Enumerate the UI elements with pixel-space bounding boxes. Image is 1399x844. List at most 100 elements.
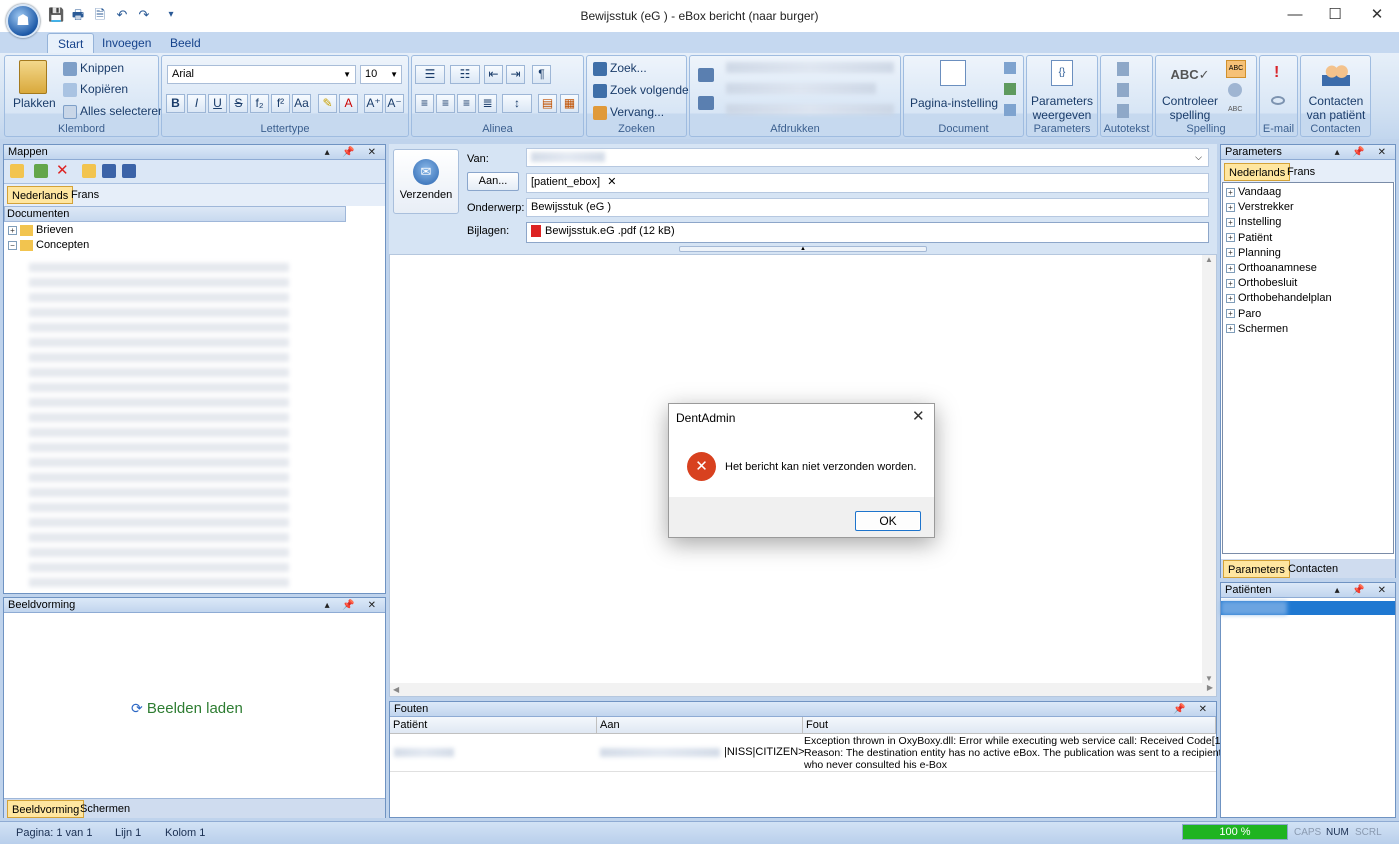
decrease-indent-button[interactable]: ⇤ [484, 65, 503, 84]
panel-controls[interactable]: ▴ 📌 ✕ [325, 145, 381, 160]
cut-button[interactable]: Knippen [63, 61, 124, 76]
attachment-name[interactable]: Bewijsstuk.eG .pdf (12 kB) [545, 225, 675, 237]
italic-button[interactable]: I [187, 94, 206, 113]
scroll-up-icon[interactable]: ▲ [1202, 255, 1216, 264]
document-option-icon[interactable] [1004, 104, 1016, 116]
application-menu-button[interactable]: ☗ [6, 4, 40, 38]
open-folder-icon[interactable] [10, 164, 24, 178]
close-button[interactable]: ✕ [1354, 4, 1399, 28]
scroll-left-icon[interactable]: ◀ [390, 685, 399, 694]
tree-item[interactable]: + Orthobehandelplan [1226, 291, 1393, 306]
column-aan[interactable]: Aan [597, 717, 803, 733]
tab-contacten[interactable]: Contacten [1284, 560, 1342, 578]
underline-button[interactable]: U [208, 94, 227, 113]
align-center-button[interactable]: ≡ [436, 94, 455, 113]
from-select[interactable]: ⌵ [526, 148, 1209, 167]
maximize-button[interactable]: ☐ [1312, 4, 1358, 28]
attachments-field[interactable]: Bewijsstuk.eG .pdf (12 kB) [526, 222, 1209, 243]
document-option-icon[interactable] [1004, 62, 1016, 74]
spelling-options-icon[interactable]: ABC [1226, 60, 1246, 78]
autotext-icon[interactable] [1117, 104, 1129, 118]
read-receipt-icon[interactable] [1271, 96, 1285, 105]
tree-item[interactable]: + Planning [1226, 246, 1393, 261]
vertical-scrollbar[interactable]: ▲ ▼ [1202, 255, 1216, 683]
font-size-select[interactable]: 10 ▼ [360, 65, 402, 84]
increase-indent-button[interactable]: ⇥ [506, 65, 525, 84]
panel-controls[interactable]: ▴ 📌 ✕ [325, 598, 381, 613]
selected-patient-row[interactable] [1221, 601, 1395, 615]
panel-controls[interactable]: 📌 ✕ [1173, 702, 1212, 717]
strikethrough-button[interactable]: S [229, 94, 248, 113]
document-option-icon[interactable] [1004, 83, 1016, 95]
change-case-button[interactable]: Aa [292, 94, 311, 113]
copy-button[interactable]: Kopiëren [63, 82, 128, 97]
expand-icon[interactable]: + [1226, 294, 1235, 304]
expand-icon[interactable]: + [1226, 278, 1235, 288]
documenten-column-header[interactable]: Documenten [4, 206, 346, 222]
superscript-button[interactable]: f² [271, 94, 290, 113]
scroll-right-icon[interactable]: ▶ [1207, 683, 1213, 692]
tab-beeld[interactable]: Beeld [160, 33, 211, 53]
importance-high-icon[interactable]: ! [1274, 64, 1279, 82]
align-left-button[interactable]: ≡ [415, 94, 434, 113]
page-setup-button[interactable]: Pagina-instelling [910, 60, 998, 110]
expand-icon[interactable]: + [1226, 263, 1235, 273]
expand-icon[interactable]: + [1226, 233, 1235, 243]
expand-icon[interactable]: + [1226, 309, 1235, 319]
expand-icon[interactable]: + [1226, 324, 1235, 334]
column-patient[interactable]: Patiënt [390, 717, 597, 733]
collapse-icon[interactable]: − [8, 240, 17, 250]
borders-button[interactable]: ▦ [560, 94, 579, 113]
paragraph-marks-button[interactable]: ¶ [532, 65, 551, 84]
language-icon[interactable] [1228, 83, 1242, 97]
tree-item[interactable]: + Verstrekker [1226, 200, 1393, 215]
tab-nederlands[interactable]: Nederlands [7, 186, 74, 204]
tab-frans[interactable]: Frans [67, 186, 103, 204]
tree-item[interactable]: + Orthobesluit [1226, 276, 1393, 291]
justify-button[interactable]: ≣ [478, 94, 497, 113]
edit-icon[interactable] [34, 164, 48, 178]
delete-icon[interactable]: ✕ [56, 161, 69, 179]
save-icon[interactable] [102, 164, 116, 178]
tree-item[interactable]: + Schermen [1226, 322, 1393, 337]
align-right-button[interactable]: ≡ [457, 94, 476, 113]
numbering-button[interactable]: ☷ [450, 65, 480, 84]
tree-item[interactable]: + Patiënt [1226, 231, 1393, 246]
select-all-button[interactable]: Alles selecteren [63, 104, 165, 119]
thesaurus-icon[interactable]: ABC [1228, 106, 1242, 113]
expand-icon[interactable]: + [1226, 218, 1235, 227]
replace-button[interactable]: Vervang... [593, 105, 664, 120]
new-folder-icon[interactable] [82, 164, 96, 178]
check-spelling-button[interactable]: ABC✓ Controleer spelling [1158, 62, 1222, 122]
expand-icon[interactable]: + [8, 225, 17, 235]
remove-recipient-icon[interactable]: ✕ [607, 176, 616, 188]
tab-invoegen[interactable]: Invoegen [92, 33, 161, 53]
printer-icon[interactable] [698, 68, 714, 82]
show-parameters-button[interactable]: {} Parameters weergeven [1027, 60, 1097, 122]
send-button[interactable]: ✉ Verzenden [393, 149, 459, 214]
tree-item[interactable]: + Paro [1226, 307, 1393, 322]
autotext-icon[interactable] [1117, 62, 1129, 76]
patient-contacts-button[interactable]: Contacten van patiënt [1301, 62, 1371, 122]
save-as-icon[interactable] [122, 164, 136, 178]
font-color-button[interactable]: A [339, 94, 358, 113]
find-next-button[interactable]: Zoek volgende [593, 83, 689, 98]
horizontal-scrollbar[interactable]: ◀ ▶ [390, 683, 1216, 696]
highlight-button[interactable]: ✎ [318, 94, 337, 113]
column-fout[interactable]: Fout [803, 717, 1216, 733]
tab-frans[interactable]: Frans [1283, 163, 1319, 181]
tab-beeldvorming[interactable]: Beeldvorming [7, 800, 85, 818]
load-images-button[interactable]: ⟳ Beelden laden [131, 700, 243, 717]
tab-start[interactable]: Start [47, 33, 95, 53]
shading-button[interactable]: ▤ [538, 94, 557, 113]
table-row[interactable]: |NISS|CITIZEN> Exception thrown in OxyBo… [390, 734, 1235, 772]
tab-nederlands[interactable]: Nederlands [1224, 163, 1291, 181]
tree-item[interactable]: + Orthoanamnese [1226, 261, 1393, 276]
ok-button[interactable]: OK [855, 511, 921, 531]
tree-item-concepten[interactable]: − Concepten [8, 238, 385, 253]
dialog-close-icon[interactable]: ✕ [912, 407, 925, 425]
expand-icon[interactable]: + [1226, 202, 1235, 212]
find-button[interactable]: Zoek... [593, 61, 647, 76]
autotext-icon[interactable] [1117, 83, 1129, 97]
panel-controls[interactable]: ▴ 📌 ✕ [1335, 583, 1391, 598]
